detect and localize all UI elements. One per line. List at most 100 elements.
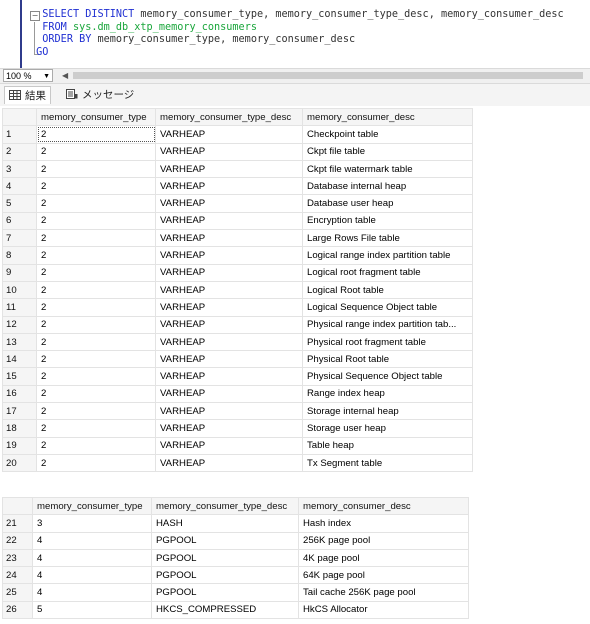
grid-cell[interactable]: VARHEAP <box>155 211 303 231</box>
grid-cell[interactable]: 2 <box>36 263 156 282</box>
grid-cell[interactable]: Table heap <box>302 436 473 455</box>
grid-cell[interactable]: Encryption table <box>302 211 473 231</box>
grid-cell[interactable]: PGPOOL <box>151 531 299 550</box>
row-number[interactable]: 13 <box>2 332 37 352</box>
grid-cell[interactable]: VARHEAP <box>155 125 303 144</box>
grid-cell[interactable]: 2 <box>36 402 156 421</box>
grid-cell[interactable]: VARHEAP <box>155 142 303 161</box>
grid-cell[interactable]: VARHEAP <box>155 280 303 300</box>
row-number[interactable]: 24 <box>2 566 33 585</box>
table-row[interactable]: 16 2 VARHEAP Range index heap <box>2 384 473 404</box>
grid-cell[interactable]: VARHEAP <box>155 453 303 473</box>
table-row[interactable]: 12 2 VARHEAP Physical range index partition… <box>2 315 473 334</box>
table-row[interactable]: 8 2 VARHEAP Logical range index partition t… <box>2 246 473 265</box>
grid-cell[interactable]: 4K page pool <box>298 548 469 568</box>
grid-cell[interactable]: Database user heap <box>302 194 473 213</box>
grid-cell[interactable]: 2 <box>36 298 156 317</box>
grid-cell[interactable]: VARHEAP <box>155 159 303 179</box>
table-row[interactable]: 21 3 HASH Hash index <box>2 514 469 533</box>
grid-cell[interactable]: 4 <box>32 583 152 602</box>
grid-cell[interactable]: 2 <box>36 159 156 179</box>
grid-cell[interactable]: 2 <box>36 142 156 161</box>
grid-cell[interactable]: VARHEAP <box>155 332 303 352</box>
column-header[interactable]: memory_consumer_desc <box>302 107 473 127</box>
grid-cell[interactable]: VARHEAP <box>155 194 303 213</box>
grid-cell[interactable]: Tail cache 256K page pool <box>298 583 469 602</box>
grid-cell[interactable]: Physical Root table <box>302 350 473 369</box>
grid-cell[interactable]: 2 <box>36 280 156 300</box>
table-row[interactable]: 10 2 VARHEAP Logical Root table <box>2 280 473 300</box>
row-number[interactable]: 21 <box>2 514 33 533</box>
table-row[interactable]: 9 2 VARHEAP Logical root fragment table <box>2 263 473 282</box>
grid-cell[interactable]: PGPOOL <box>151 548 299 568</box>
table-row[interactable]: 22 4 PGPOOL 256K page pool <box>2 531 469 550</box>
grid-cell[interactable]: VARHEAP <box>155 263 303 282</box>
row-number[interactable]: 16 <box>2 384 37 404</box>
column-header[interactable]: memory_consumer_type <box>32 496 152 516</box>
grid-cell[interactable]: Hash index <box>298 514 469 533</box>
grid-cell[interactable]: Logical range index partition table <box>302 246 473 265</box>
row-number[interactable]: 18 <box>2 419 37 438</box>
grid-cell[interactable]: VARHEAP <box>155 367 303 386</box>
grid-cell[interactable]: 2 <box>36 211 156 231</box>
row-number[interactable]: 11 <box>2 298 37 317</box>
grid-cell[interactable]: Tx Segment table <box>302 453 473 473</box>
table-row[interactable]: 4 2 VARHEAP Database internal heap <box>2 177 473 196</box>
grid-cell[interactable]: PGPOOL <box>151 583 299 602</box>
grid-cell[interactable]: Ckpt file watermark table <box>302 159 473 179</box>
row-number[interactable]: 3 <box>2 159 37 179</box>
table-row[interactable]: 3 2 VARHEAP Ckpt file watermark table <box>2 159 473 179</box>
sql-code[interactable]: SELECT DISTINCT memory_consumer_type, me… <box>30 9 564 59</box>
query-editor[interactable]: − SELECT DISTINCT memory_consumer_type, … <box>0 0 590 68</box>
row-number[interactable]: 19 <box>2 436 37 455</box>
grid-cell[interactable]: HkCS Allocator <box>298 600 469 620</box>
grid-cell[interactable]: 4 <box>32 548 152 568</box>
results-grid-continued[interactable]: memory_consumer_type memory_consumer_typ… <box>2 496 469 620</box>
grid-cell[interactable]: 2 <box>36 177 156 196</box>
row-number[interactable]: 7 <box>2 229 37 248</box>
row-number[interactable]: 12 <box>2 315 37 334</box>
table-row[interactable]: 15 2 VARHEAP Physical Sequence Object table <box>2 367 473 386</box>
grid-cell[interactable]: VARHEAP <box>155 298 303 317</box>
row-number[interactable]: 15 <box>2 367 37 386</box>
grid-cell[interactable]: VARHEAP <box>155 419 303 438</box>
row-number[interactable]: 5 <box>2 194 37 213</box>
grid-cell[interactable]: HASH <box>151 514 299 533</box>
row-number[interactable]: 26 <box>2 600 33 620</box>
grid-cell[interactable]: 256K page pool <box>298 531 469 550</box>
grid-cell[interactable]: 2 <box>36 350 156 369</box>
table-row[interactable]: 13 2 VARHEAP Physical root fragment table <box>2 332 473 352</box>
grid-cell[interactable]: 2 <box>36 453 156 473</box>
column-header[interactable]: memory_consumer_desc <box>298 496 469 516</box>
grid-cell[interactable]: Storage user heap <box>302 419 473 438</box>
table-row[interactable]: 18 2 VARHEAP Storage user heap <box>2 419 473 438</box>
table-row[interactable]: 1 2 VARHEAP Checkpoint table <box>2 125 473 144</box>
grid-cell[interactable]: 2 <box>36 246 156 265</box>
table-row[interactable]: 19 2 VARHEAP Table heap <box>2 436 473 455</box>
row-number[interactable]: 1 <box>2 125 37 144</box>
row-number[interactable]: 25 <box>2 583 33 602</box>
table-row[interactable]: 2 2 VARHEAP Ckpt file table <box>2 142 473 161</box>
grid-cell[interactable]: 3 <box>32 514 152 533</box>
grid-cell[interactable]: 5 <box>32 600 152 620</box>
grid-cell[interactable]: VARHEAP <box>155 350 303 369</box>
tab-messages[interactable]: メッセージ <box>62 86 138 104</box>
tab-results[interactable]: 結果 <box>4 86 51 104</box>
table-row[interactable]: 7 2 VARHEAP Large Rows File table <box>2 229 473 248</box>
grid-cell[interactable]: 4 <box>32 531 152 550</box>
table-row[interactable]: 17 2 VARHEAP Storage internal heap <box>2 402 473 421</box>
row-number[interactable]: 6 <box>2 211 37 231</box>
grid-cell[interactable]: 2 <box>36 332 156 352</box>
grid-cell[interactable]: Ckpt file table <box>302 142 473 161</box>
horizontal-scrollbar[interactable] <box>73 72 583 79</box>
grid-cell[interactable]: PGPOOL <box>151 566 299 585</box>
table-row[interactable]: 26 5 HKCS_COMPRESSED HkCS Allocator <box>2 600 469 620</box>
grid-cell[interactable]: Logical root fragment table <box>302 263 473 282</box>
grid-cell[interactable]: Physical Sequence Object table <box>302 367 473 386</box>
grid-cell[interactable]: Range index heap <box>302 384 473 404</box>
row-number[interactable]: 20 <box>2 453 37 473</box>
grid-cell[interactable]: 2 <box>36 229 156 248</box>
grid-cell[interactable]: VARHEAP <box>155 384 303 404</box>
grid-cell[interactable]: Checkpoint table <box>302 125 473 144</box>
column-header[interactable]: memory_consumer_type_desc <box>151 496 299 516</box>
